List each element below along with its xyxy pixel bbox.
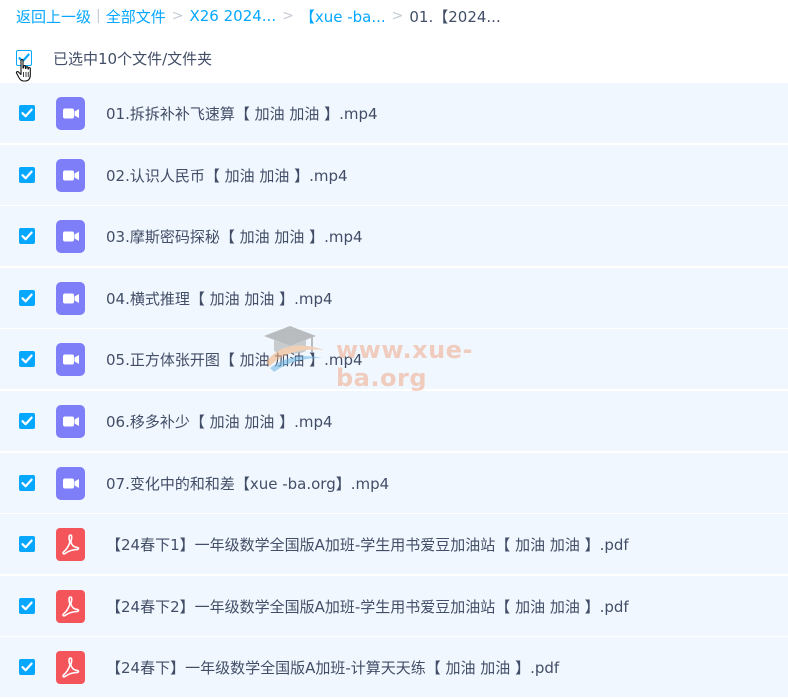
selection-count-label: 已选中10个文件/文件夹 [53,49,213,68]
file-checkbox[interactable] [19,228,35,245]
file-name[interactable]: 05.正方体张开图【 加油 加油 】.mp4 [106,349,363,370]
file-row[interactable]: 05.正方体张开图【 加油 加油 】.mp4 [0,329,788,390]
file-list: 01.拆拆补补飞速算【 加油 加油 】.mp4 02.认识人民币【 加油 加油 】… [0,83,788,699]
checkmark-icon [21,601,33,611]
chevron-right-icon: > [171,8,184,24]
chevron-right-icon: > [391,8,404,24]
file-name[interactable]: 【24春下】一年级数学全国版A加班-计算天天练【 加油 加油 】.pdf [106,657,559,678]
video-icon [56,343,85,377]
file-row[interactable]: 06.移多补少【 加油 加油 】.mp4 [0,390,788,451]
file-checkbox[interactable] [19,166,35,183]
checkmark-icon [21,170,33,179]
file-checkbox[interactable] [19,474,35,491]
file-checkbox[interactable] [19,659,35,676]
file-checkbox[interactable] [19,351,35,368]
hand-cursor-icon [15,59,31,82]
file-row[interactable]: 【24春下1】一年级数学全国版A加班-学生用书爱豆加油站【 加油 加油 】.pd… [0,514,788,575]
file-checkbox[interactable] [19,536,35,553]
checkmark-icon [21,354,33,364]
checkmark-icon [21,478,33,487]
checkmark-icon [21,231,33,241]
breadcrumb-divider: | [96,8,101,24]
video-icon [56,220,85,254]
file-name[interactable]: 07.变化中的和和差【xue -ba.org】.mp4 [106,473,389,494]
checkmark-icon [21,293,33,303]
file-row[interactable]: 04.横式推理【 加油 加油 】.mp4 [0,267,788,328]
chevron-right-icon: > [282,8,294,24]
file-checkbox[interactable] [19,105,35,121]
video-icon [56,281,85,315]
pdf-icon [56,589,85,623]
file-row[interactable]: 02.认识人民币【 加油 加油 】.mp4 [0,144,788,205]
file-name[interactable]: 03.摩斯密码探秘【 加油 加油 】.mp4 [106,226,363,247]
file-row[interactable]: 【24春下2】一年级数学全国版A加班-学生用书爱豆加油站【 加油 加油 】.pd… [0,575,788,636]
video-icon [56,466,85,500]
checkmark-icon [21,108,33,118]
video-icon [56,97,85,130]
file-name[interactable]: 【24春下2】一年级数学全国版A加班-学生用书爱豆加油站【 加油 加油 】.pd… [106,596,629,617]
checkmark-icon [21,416,33,426]
file-name[interactable]: 02.认识人民币【 加油 加油 】.mp4 [106,165,348,186]
breadcrumb-all-files[interactable]: 全部文件 [106,6,166,27]
file-checkbox[interactable] [19,597,35,614]
file-name[interactable]: 04.横式推理【 加油 加油 】.mp4 [106,288,333,309]
breadcrumb-current: 01.【2024... [409,7,501,26]
select-all-bar: 已选中10个文件/文件夹 [16,46,212,70]
file-checkbox[interactable] [19,412,35,429]
checkmark-icon [21,662,33,672]
file-row[interactable]: 【24春下】一年级数学全国版A加班-计算天天练【 加油 加油 】.pdf [0,637,788,698]
file-row[interactable]: 07.变化中的和和差【xue -ba.org】.mp4 [0,452,788,513]
video-icon [56,158,85,192]
breadcrumb-level2[interactable]: 【xue -ba... [300,6,386,27]
video-icon [56,404,85,438]
file-row[interactable]: 01.拆拆补补飞速算【 加油 加油 】.mp4 [0,83,788,143]
file-name[interactable]: 06.移多补少【 加油 加油 】.mp4 [106,411,333,432]
breadcrumb: 返回上一级 | 全部文件 > X26 2024... > 【xue -ba...… [16,5,501,27]
file-checkbox[interactable] [19,289,35,306]
file-name[interactable]: 【24春下1】一年级数学全国版A加班-学生用书爱豆加油站【 加油 加油 】.pd… [106,534,629,555]
pdf-icon [56,528,85,562]
breadcrumb-level1[interactable]: X26 2024... [189,7,276,25]
checkmark-icon [21,539,33,549]
back-link[interactable]: 返回上一级 [16,6,91,27]
pdf-icon [56,651,85,685]
file-row[interactable]: 03.摩斯密码探秘【 加油 加油 】.mp4 [0,206,788,267]
file-name[interactable]: 01.拆拆补补飞速算【 加油 加油 】.mp4 [106,103,378,124]
